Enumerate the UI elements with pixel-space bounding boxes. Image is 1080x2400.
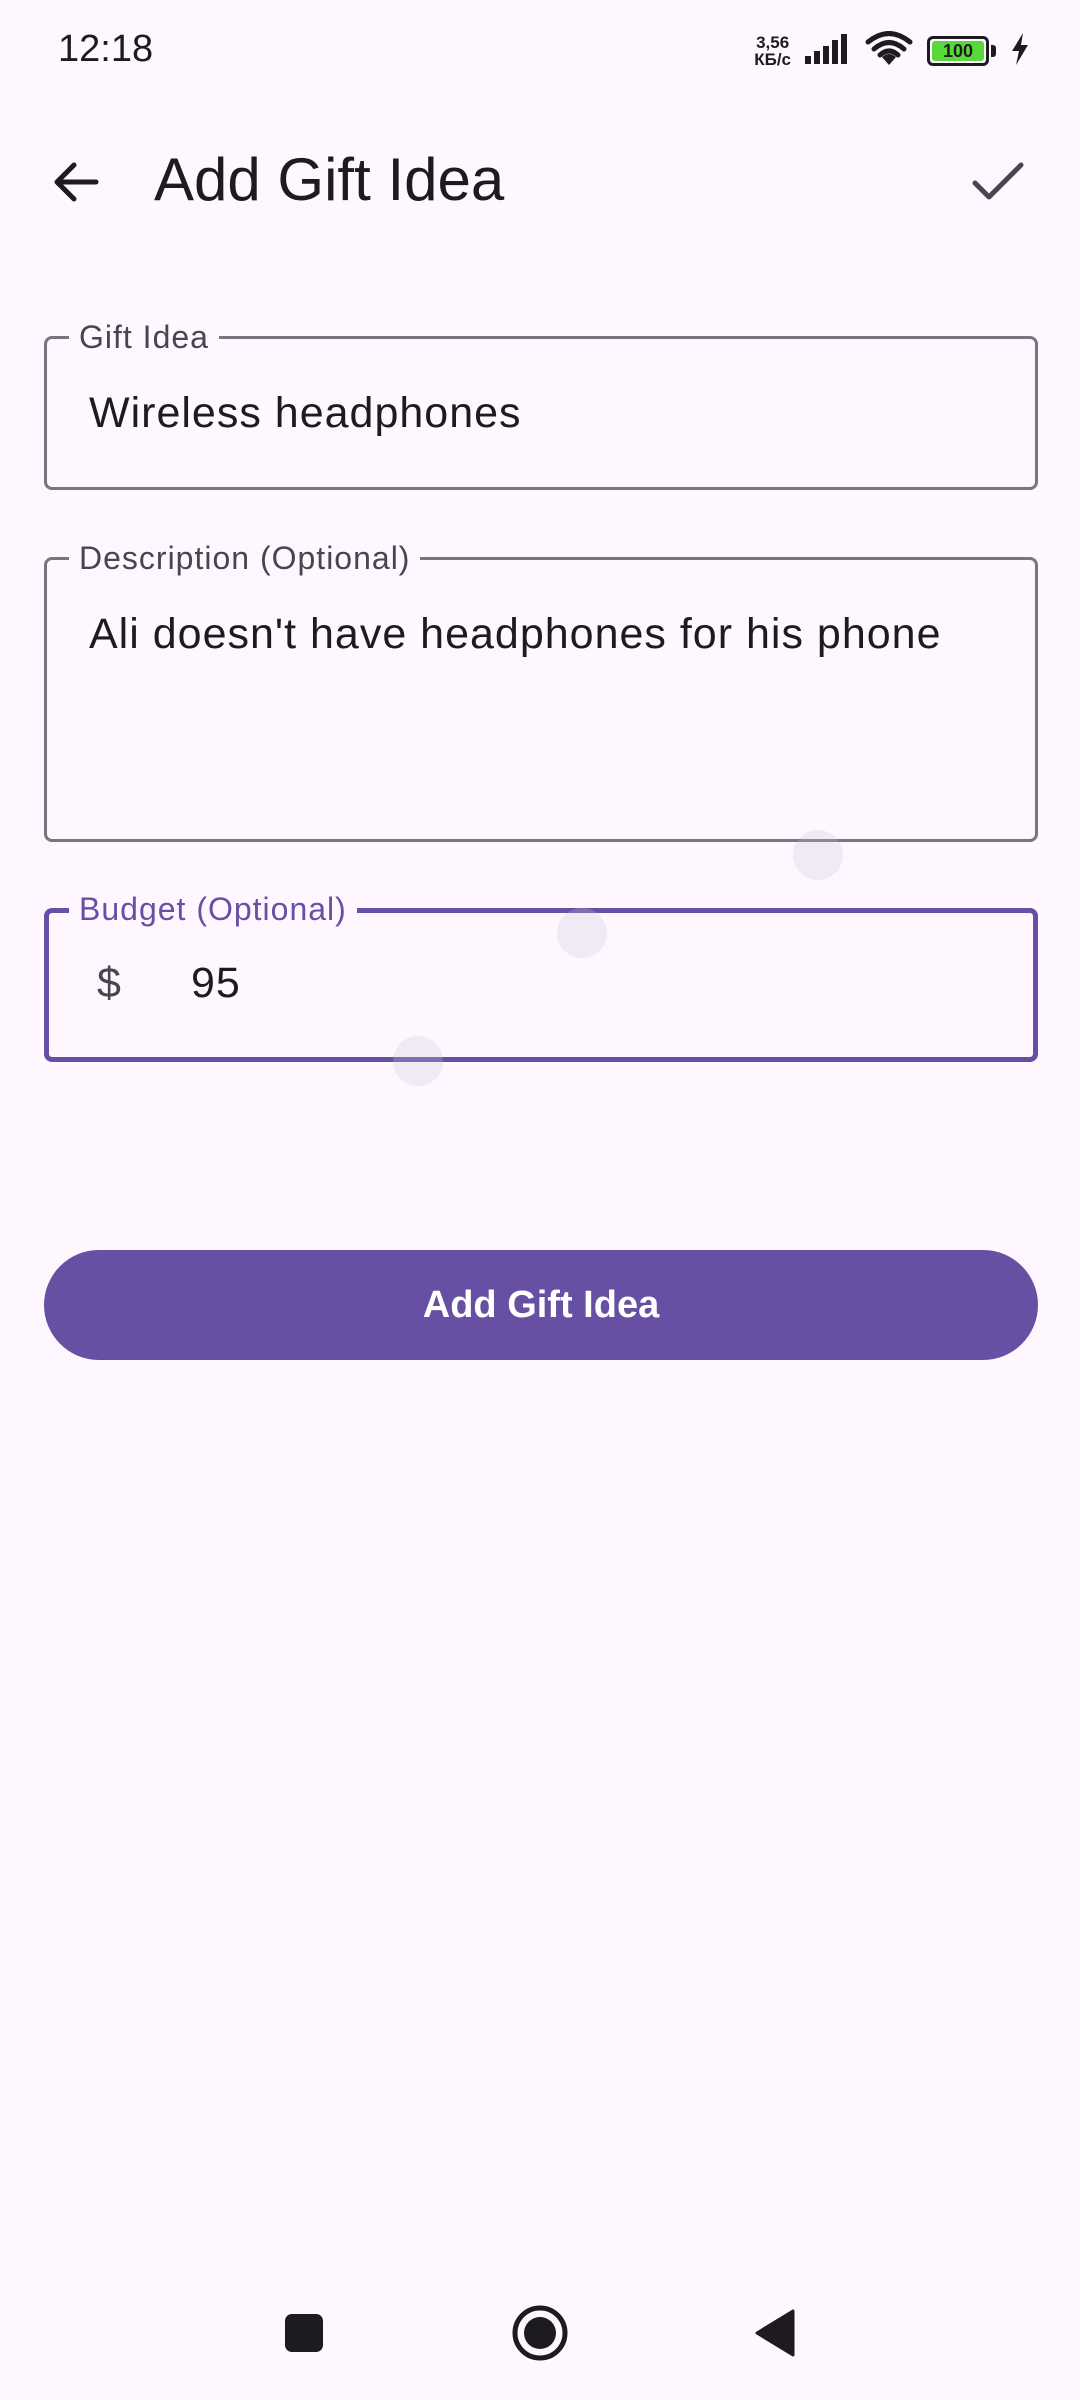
gift-idea-label: Gift Idea <box>69 317 219 357</box>
triangle-back-icon <box>753 2309 797 2362</box>
home-button[interactable] <box>495 2290 585 2380</box>
battery-icon: 100 <box>927 36 989 66</box>
budget-field[interactable]: Budget (Optional) $ 95 <box>44 889 1038 1062</box>
description-value: Ali doesn't have headphones for his phon… <box>89 610 942 658</box>
description-field[interactable]: Description (Optional) Ali doesn't have … <box>44 538 1038 842</box>
budget-label: Budget (Optional) <box>69 889 357 929</box>
touch-ripple <box>793 830 843 880</box>
nav-back-button[interactable] <box>730 2290 820 2380</box>
network-speed: 3,56 КБ/с <box>754 34 791 68</box>
budget-value: 95 <box>191 959 241 1007</box>
gift-idea-value: Wireless headphones <box>89 389 522 437</box>
top-app-bar: Add Gift Idea <box>0 120 1080 244</box>
description-label: Description (Optional) <box>69 538 421 578</box>
currency-prefix: $ <box>97 959 121 1007</box>
status-bar: 12:18 3,56 КБ/с 100 <box>0 0 1080 100</box>
check-icon <box>970 160 1026 209</box>
status-icons: 3,56 КБ/с 100 <box>754 30 1030 72</box>
circle-home-icon <box>511 2304 569 2367</box>
network-speed-value: 3,56 <box>756 33 790 52</box>
recents-button[interactable] <box>259 2290 349 2380</box>
add-gift-idea-button[interactable]: Add Gift Idea <box>44 1250 1038 1360</box>
signal-bars-icon <box>805 33 851 69</box>
wifi-icon <box>865 30 913 72</box>
status-time: 12:18 <box>58 28 154 70</box>
network-speed-unit: КБ/с <box>754 50 791 69</box>
add-gift-idea-screen: 12:18 3,56 КБ/с 100 Add Gift Idea Gift I… <box>0 0 1080 2400</box>
back-button[interactable] <box>34 142 118 226</box>
battery-level: 100 <box>942 40 974 61</box>
save-button[interactable] <box>956 142 1040 226</box>
page-title: Add Gift Idea <box>154 146 505 213</box>
system-navigation-bar <box>0 2270 1080 2400</box>
touch-ripple <box>393 1036 443 1086</box>
battery-nub <box>991 45 996 57</box>
charging-bolt-icon <box>1010 32 1030 70</box>
arrow-back-icon <box>50 156 102 213</box>
gift-idea-field[interactable]: Gift Idea Wireless headphones <box>44 317 1038 490</box>
square-recents-icon <box>284 2313 324 2358</box>
touch-ripple <box>557 908 607 958</box>
